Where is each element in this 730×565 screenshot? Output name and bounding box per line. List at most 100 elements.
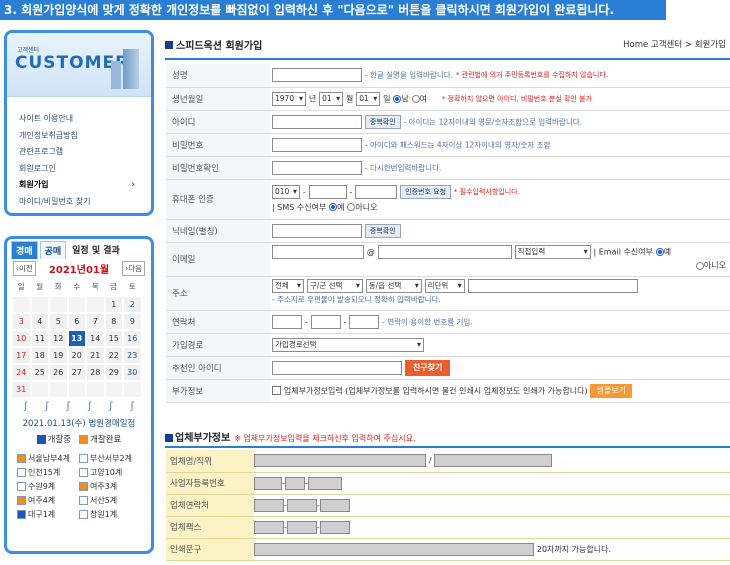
calendar-day[interactable]: 7 — [87, 314, 104, 329]
request-code-button[interactable]: 인증번호 요청 — [400, 184, 452, 199]
calendar-day[interactable]: 8 — [105, 314, 122, 329]
court-item[interactable]: 부산서부2계 — [79, 453, 141, 464]
tab-public-sale[interactable]: 공매 — [39, 241, 67, 259]
calendar-day[interactable]: 4 — [31, 314, 48, 329]
address-province-select[interactable]: 전체 — [272, 279, 304, 293]
calendar-day[interactable]: 5 — [50, 314, 67, 329]
biz-fax-first-input[interactable] — [254, 520, 284, 534]
biz-regno-first-input[interactable] — [254, 476, 282, 490]
next-month-button[interactable]: ›다음 — [122, 260, 145, 276]
address-district-select[interactable]: 구/군 선택 — [306, 279, 363, 293]
menu-member-login[interactable]: 회원로그인 — [19, 161, 151, 178]
nickname-check-button[interactable]: 중복확인 — [364, 223, 401, 238]
biz-print-input[interactable] — [254, 542, 534, 556]
email-domain-select[interactable]: 직접입력 — [514, 245, 591, 259]
calendar-day[interactable]: 17 — [13, 348, 30, 363]
calendar-day[interactable]: 21 — [87, 348, 104, 363]
biz-regno-last-input[interactable] — [307, 476, 342, 490]
sample-view-button[interactable]: 샘플보기 — [590, 383, 632, 398]
biz-position-input[interactable] — [434, 454, 553, 468]
nickname-input[interactable] — [272, 223, 362, 238]
calendar-day[interactable]: 3 — [13, 314, 30, 329]
tab-schedule-results[interactable]: 일정 및 결과 — [68, 241, 124, 259]
court-item[interactable]: 고양10계 — [79, 467, 141, 478]
calendar-day[interactable]: 27 — [68, 365, 85, 380]
menu-member-join[interactable]: 회원가입 › — [19, 177, 151, 194]
birth-year-select[interactable]: 1970 — [272, 91, 306, 106]
calendar-nav: ‹이전 2021년01월 ›다음 — [7, 259, 151, 277]
email-domain-input[interactable] — [377, 245, 512, 259]
password-confirm-input[interactable] — [272, 160, 362, 175]
calendar-day[interactable]: 25 — [31, 365, 48, 380]
menu-site-guide[interactable]: 사이트 이용안내 — [19, 111, 151, 128]
find-friend-button[interactable]: 친구찾기 — [404, 359, 451, 376]
birth-month-select[interactable]: 01 — [319, 91, 344, 106]
phone-last-input[interactable] — [355, 184, 398, 199]
calendar-day[interactable]: 26 — [50, 365, 67, 380]
prev-month-button[interactable]: ‹이전 — [13, 260, 36, 276]
court-item[interactable]: 서산5계 — [79, 495, 141, 506]
userid-input[interactable] — [272, 114, 362, 129]
biz-regno-middle-input[interactable] — [284, 476, 305, 490]
userid-check-button[interactable]: 중복확인 — [364, 114, 401, 129]
biz-name-input[interactable] — [254, 454, 426, 468]
contact-last-input[interactable] — [349, 314, 380, 329]
row-biz-name: 업체명/직위 / — [166, 450, 730, 473]
contact-middle-input[interactable] — [310, 314, 341, 329]
email-yes-radio[interactable] — [655, 248, 664, 256]
biz-contact-middle-input[interactable] — [286, 498, 317, 512]
calendar-day[interactable]: 23 — [124, 348, 141, 363]
gender-female-radio[interactable] — [411, 94, 420, 103]
court-item[interactable]: 수원9계 — [17, 481, 79, 492]
address-village-select[interactable]: 리단위 — [424, 279, 465, 293]
calendar-day[interactable]: 30 — [124, 365, 141, 380]
calendar-day[interactable]: 13 — [68, 331, 85, 346]
calendar-day[interactable]: 2 — [124, 297, 141, 312]
court-item[interactable]: 서울남부4계 — [17, 453, 79, 464]
contact-first-input[interactable] — [272, 314, 302, 329]
court-item[interactable]: 대구1계 — [17, 509, 79, 520]
menu-related-programs[interactable]: 관련프로그램 — [19, 144, 151, 161]
password-input[interactable] — [272, 137, 362, 152]
recommender-input[interactable] — [272, 360, 402, 375]
biz-fax-last-input[interactable] — [319, 520, 350, 534]
calendar-day[interactable]: 15 — [105, 331, 122, 346]
business-info-checkbox[interactable] — [272, 386, 281, 395]
tab-auction[interactable]: 경매 — [11, 241, 38, 259]
calendar-day[interactable]: 29 — [105, 365, 122, 380]
email-id-input[interactable] — [272, 245, 364, 259]
calendar-day[interactable]: 18 — [31, 348, 48, 363]
email-no-radio[interactable] — [695, 261, 704, 270]
calendar-day[interactable]: 12 — [50, 331, 67, 346]
calendar-day[interactable]: 19 — [50, 348, 67, 363]
birth-day-select[interactable]: 01 — [356, 91, 381, 106]
calendar-day[interactable]: 20 — [68, 348, 85, 363]
biz-contact-last-input[interactable] — [319, 498, 350, 512]
name-input[interactable] — [272, 68, 362, 83]
calendar-day[interactable]: 6 — [68, 314, 85, 329]
calendar-day[interactable]: 24 — [13, 365, 30, 380]
address-detail-input[interactable] — [467, 279, 638, 293]
calendar-day[interactable]: 10 — [13, 331, 30, 346]
calendar-day[interactable]: 31 — [13, 382, 30, 397]
address-town-select[interactable]: 동/읍 선택 — [365, 279, 422, 293]
menu-privacy-policy[interactable]: 개인정보취급방침 — [19, 128, 151, 145]
court-item[interactable]: 인천15계 — [17, 467, 79, 478]
calendar-day[interactable]: 22 — [105, 348, 122, 363]
court-item[interactable]: 창원1계 — [79, 509, 141, 520]
phone-prefix-select[interactable]: 010 — [272, 184, 300, 199]
biz-contact-first-input[interactable] — [254, 498, 284, 512]
calendar-day[interactable]: 14 — [87, 331, 104, 346]
calendar-day[interactable]: 28 — [87, 365, 104, 380]
menu-find-id-password[interactable]: 아이디/비밀번호 찾기 — [19, 194, 151, 211]
sms-yes-radio[interactable] — [329, 203, 338, 211]
biz-fax-middle-input[interactable] — [286, 520, 317, 534]
calendar-day[interactable]: 9 — [124, 314, 141, 329]
calendar-day[interactable]: 1 — [105, 297, 122, 312]
calendar-day[interactable]: 16 — [124, 331, 141, 346]
calendar-day[interactable]: 11 — [31, 331, 48, 346]
route-select[interactable]: 가입경로선택 — [272, 337, 424, 352]
court-item[interactable]: 여주3계 — [79, 481, 141, 492]
court-item[interactable]: 여주4계 — [17, 495, 79, 506]
phone-middle-input[interactable] — [308, 184, 347, 199]
